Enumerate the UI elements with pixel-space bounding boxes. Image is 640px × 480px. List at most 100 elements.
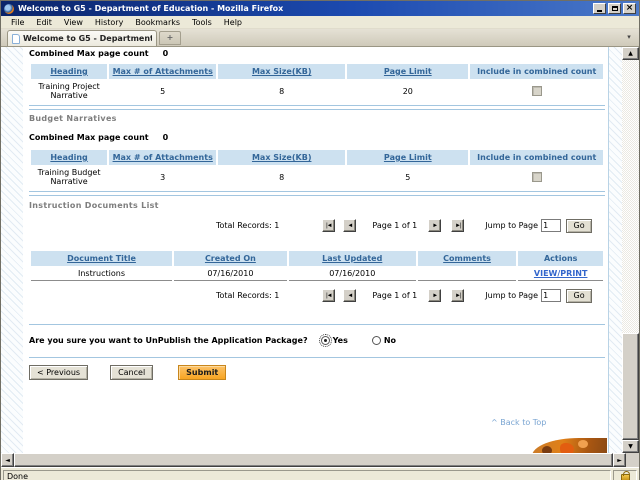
jump-to-page-label: Jump to Page: [485, 221, 538, 230]
vertical-scrollbar-thumb[interactable]: [622, 333, 639, 440]
menu-tools[interactable]: Tools: [186, 17, 218, 28]
divider: [29, 324, 605, 325]
col-header-max-size[interactable]: Max Size(KB): [218, 64, 345, 79]
col-header-comments[interactable]: Comments: [418, 251, 517, 266]
col-header-max-attachments[interactable]: Max # of Attachments: [109, 150, 216, 165]
instruction-documents-table: Document Title Created On Last Updated C…: [29, 250, 605, 282]
window-title: Welcome to G5 - Department of Education …: [18, 4, 593, 13]
scroll-up-button[interactable]: ▲: [622, 47, 639, 60]
horizontal-scrollbar[interactable]: ◄ ►: [1, 453, 639, 467]
col-header-max-attachments[interactable]: Max # of Attachments: [109, 64, 216, 79]
scrollbar-corner: [626, 453, 639, 467]
close-button[interactable]: ×: [623, 3, 636, 14]
section-title-instruction-documents: Instruction Documents List: [29, 201, 605, 210]
jump-to-page-input[interactable]: [541, 219, 561, 232]
cell-comments: [418, 267, 517, 281]
submit-button[interactable]: Submit: [178, 365, 226, 380]
col-header-page-limit[interactable]: Page Limit: [347, 150, 468, 165]
section-title-budget-narratives: Budget Narratives: [29, 114, 605, 123]
col-header-max-size[interactable]: Max Size(KB): [218, 150, 345, 165]
menu-help[interactable]: Help: [218, 17, 248, 28]
next-page-button[interactable]: ►: [428, 219, 441, 232]
right-margin-pattern: [608, 47, 622, 453]
previous-page-button[interactable]: ◄: [343, 289, 356, 302]
table-row: Training Project Narrative 5 8 20: [31, 80, 603, 102]
vertical-scrollbar[interactable]: ▲ ▼: [622, 47, 639, 453]
cell-size: 8: [218, 80, 345, 102]
divider: [29, 109, 605, 110]
table-row: Instructions 07/16/2010 07/16/2010 VIEW/…: [31, 267, 603, 281]
include-checkbox[interactable]: [532, 172, 542, 182]
previous-button[interactable]: < Previous: [29, 365, 88, 380]
scroll-left-button[interactable]: ◄: [1, 453, 14, 467]
cell-heading: Training Project Narrative: [31, 80, 107, 102]
menu-bookmarks[interactable]: Bookmarks: [129, 17, 186, 28]
list-tabs-button[interactable]: ▾: [623, 32, 635, 44]
cancel-button[interactable]: Cancel: [110, 365, 153, 380]
last-page-button[interactable]: ►|: [451, 289, 464, 302]
cell-created-on: 07/16/2010: [174, 267, 287, 281]
view-print-link[interactable]: VIEW/PRINT: [534, 269, 588, 278]
combined-count-project: Combined Max page count0: [29, 49, 605, 58]
status-bar: Done: [1, 467, 639, 480]
divider: [29, 195, 605, 196]
page-content: Combined Max page count0 Heading Max # o…: [23, 47, 607, 427]
restore-button[interactable]: [608, 3, 621, 14]
no-radio[interactable]: [372, 336, 381, 345]
menu-file[interactable]: File: [5, 17, 30, 28]
tab-bar: Welcome to G5 - Department of Edu... + ▾: [1, 29, 639, 47]
firefox-window: Welcome to G5 - Department of Education …: [0, 0, 640, 480]
page-indicator: Page 1 of 1: [372, 221, 417, 230]
col-header-page-limit[interactable]: Page Limit: [347, 64, 468, 79]
go-button[interactable]: Go: [566, 219, 592, 233]
menu-view[interactable]: View: [58, 17, 89, 28]
title-bar[interactable]: Welcome to G5 - Department of Education …: [1, 1, 639, 16]
previous-page-button[interactable]: ◄: [343, 219, 356, 232]
security-indicator[interactable]: [613, 470, 637, 480]
cell-last-updated: 07/16/2010: [289, 267, 416, 281]
firefox-icon: [4, 4, 14, 14]
include-checkbox[interactable]: [532, 86, 542, 96]
scroll-right-button[interactable]: ►: [613, 453, 626, 467]
col-header-document-title[interactable]: Document Title: [31, 251, 172, 266]
back-to-top-link[interactable]: ^ Back to Top: [491, 418, 546, 427]
cell-document-title: Instructions: [31, 267, 172, 281]
caret-up-icon: ^: [491, 418, 498, 427]
col-header-heading[interactable]: Heading: [31, 64, 107, 79]
minimize-button[interactable]: [593, 3, 606, 14]
pagination-top: Total Records: 1 |◄ ◄ Page 1 of 1 ► ►| J…: [29, 218, 605, 233]
col-header-created-on[interactable]: Created On: [174, 251, 287, 266]
col-header-include-count: Include in combined count: [470, 150, 603, 165]
go-button[interactable]: Go: [566, 289, 592, 303]
unpublish-question: Are you sure you want to UnPublish the A…: [29, 336, 308, 345]
cell-attachments: 5: [109, 80, 216, 102]
menu-history[interactable]: History: [89, 17, 129, 28]
page-icon: [12, 34, 20, 44]
col-header-last-updated[interactable]: Last Updated: [289, 251, 416, 266]
combined-count-budget: Combined Max page count0: [29, 133, 605, 142]
horizontal-scrollbar-thumb[interactable]: [14, 453, 613, 467]
table-row: Training Budget Narrative 3 8 5: [31, 166, 603, 188]
restore-icon: [612, 6, 618, 11]
divider: [29, 357, 605, 358]
first-page-button[interactable]: |◄: [322, 219, 335, 232]
last-page-button[interactable]: ►|: [451, 219, 464, 232]
tab-welcome-g5[interactable]: Welcome to G5 - Department of Edu...: [7, 30, 157, 46]
new-tab-button[interactable]: +: [159, 31, 181, 45]
cell-size: 8: [218, 166, 345, 188]
scroll-down-button[interactable]: ▼: [622, 440, 639, 453]
project-narrative-table: Heading Max # of Attachments Max Size(KB…: [29, 63, 605, 103]
total-records-label: Total Records: 1: [216, 221, 279, 230]
col-header-heading[interactable]: Heading: [31, 150, 107, 165]
next-page-button[interactable]: ►: [428, 289, 441, 302]
jump-to-page-label: Jump to Page: [485, 291, 538, 300]
yes-radio[interactable]: [321, 336, 330, 345]
no-radio-label: No: [384, 336, 396, 345]
cell-page-limit: 20: [347, 80, 468, 102]
menu-edit[interactable]: Edit: [30, 17, 58, 28]
back-to-top: ^ Back to Top: [491, 418, 605, 427]
jump-to-page-input[interactable]: [541, 289, 561, 302]
page-viewport: Combined Max page count0 Heading Max # o…: [1, 47, 639, 453]
first-page-button[interactable]: |◄: [322, 289, 335, 302]
cell-attachments: 3: [109, 166, 216, 188]
